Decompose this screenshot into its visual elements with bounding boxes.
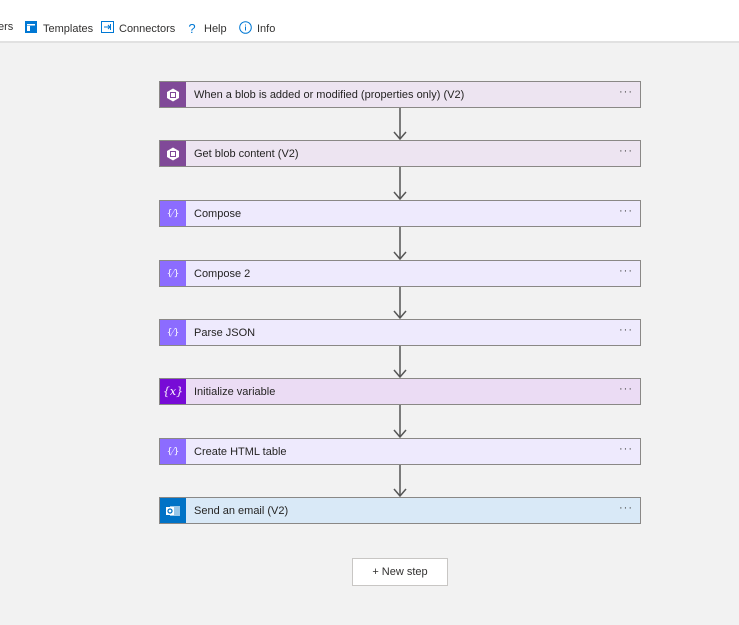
outlook-icon <box>160 498 186 523</box>
flow-step-card[interactable]: {⁄} Create HTML table ··· <box>159 438 641 465</box>
templates-icon <box>25 21 37 36</box>
toolbar-label: Help <box>204 22 227 35</box>
toolbar-item-truncated[interactable]: ers <box>0 21 13 33</box>
step-title: Compose 2 <box>194 267 251 280</box>
flow-step-card[interactable]: {⁄} Compose ··· <box>159 200 641 227</box>
info-icon <box>239 21 252 37</box>
data-operation-icon: {⁄} <box>160 201 186 226</box>
flow-step-card[interactable]: When a blob is added or modified (proper… <box>159 81 641 108</box>
flow-step-card[interactable]: Get blob content (V2) ··· <box>159 140 641 167</box>
data-operation-icon: {⁄} <box>160 320 186 345</box>
flow-step-card[interactable]: {⁄} Parse JSON ··· <box>159 319 641 346</box>
data-operation-icon: {⁄} <box>160 261 186 286</box>
data-operation-icon: {⁄} <box>160 439 186 464</box>
connector-arrow-icon <box>392 346 408 379</box>
more-options-button[interactable]: ··· <box>612 86 640 98</box>
connector-arrow-icon <box>392 405 408 439</box>
blob-storage-icon <box>160 141 186 166</box>
toolbar-connectors[interactable]: Connectors <box>101 21 175 36</box>
toolbar-help[interactable]: ? Help <box>186 21 227 36</box>
connector-arrow-icon <box>392 108 408 141</box>
toolbar-label: Templates <box>43 22 94 35</box>
help-icon: ? <box>188 21 196 36</box>
step-title: When a blob is added or modified (proper… <box>194 88 465 101</box>
flow-step-card[interactable]: {⁄} Compose 2 ··· <box>159 260 641 287</box>
connectors-icon <box>101 21 114 36</box>
step-title: Get blob content (V2) <box>194 147 299 160</box>
more-options-button[interactable]: ··· <box>612 383 640 395</box>
connector-arrow-icon <box>392 167 408 201</box>
flow-step-card[interactable]: Send an email (V2) ··· <box>159 497 641 524</box>
more-options-button[interactable]: ··· <box>612 265 640 277</box>
variable-icon: {x} <box>160 379 186 404</box>
more-options-button[interactable]: ··· <box>612 145 640 157</box>
step-title: Parse JSON <box>194 326 256 339</box>
toolbar-templates[interactable]: Templates <box>25 21 93 36</box>
top-toolbar: ers Templates Connectors ? Help Info <box>0 0 739 43</box>
more-options-button[interactable]: ··· <box>612 324 640 336</box>
flow-step-card[interactable]: {x} Initialize variable ··· <box>159 378 641 405</box>
connector-arrow-icon <box>392 287 408 320</box>
connector-arrow-icon <box>392 227 408 261</box>
step-title: Compose <box>194 207 242 220</box>
step-title: Send an email (V2) <box>194 504 289 517</box>
toolbar-label: Connectors <box>119 22 176 35</box>
toolbar-label: Info <box>257 23 276 35</box>
step-title: Initialize variable <box>194 385 276 398</box>
step-title: Create HTML table <box>194 445 287 458</box>
blob-storage-icon <box>160 82 186 107</box>
more-options-button[interactable]: ··· <box>612 502 640 514</box>
more-options-button[interactable]: ··· <box>612 205 640 217</box>
toolbar-info[interactable]: Info <box>239 21 275 37</box>
toolbar-label: ers <box>0 21 14 33</box>
connector-arrow-icon <box>392 465 408 498</box>
new-step-button[interactable]: + New step <box>352 558 448 586</box>
more-options-button[interactable]: ··· <box>612 443 640 455</box>
